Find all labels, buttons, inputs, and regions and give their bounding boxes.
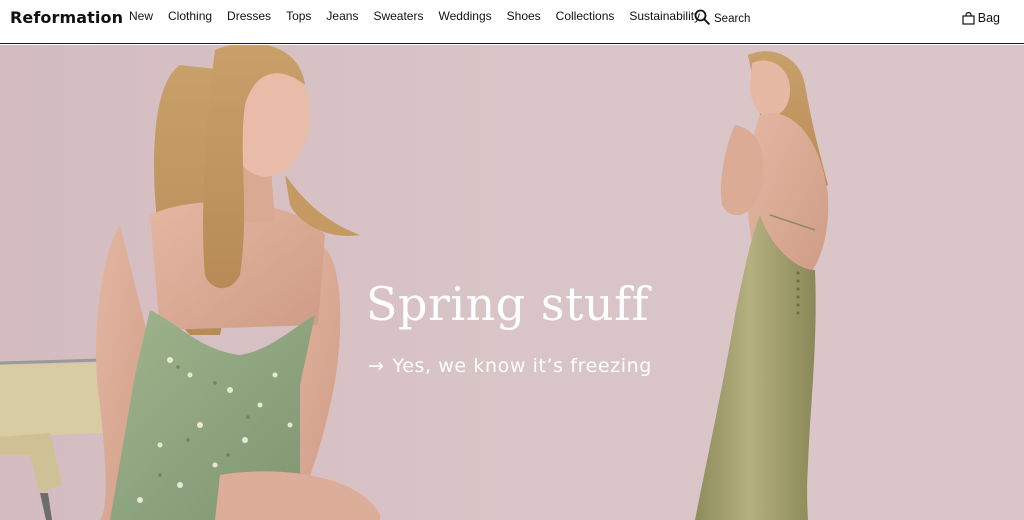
search-icon [694,9,710,25]
search-label: Search [714,13,751,25]
nav-item-weddings[interactable]: Weddings [438,9,491,23]
nav-item-collections[interactable]: Collections [556,9,615,23]
hero-banner[interactable]: Spring stuff → Yes, we know it’s freezin… [0,45,1024,520]
nav-item-clothing[interactable]: Clothing [168,9,212,23]
nav-item-tops[interactable]: Tops [286,9,311,23]
nav-item-new[interactable]: New [129,9,153,23]
nav-item-sweaters[interactable]: Sweaters [373,9,423,23]
hero-cta-link[interactable]: → Yes, we know it’s freezing [368,355,652,377]
nav-item-sustainability[interactable]: Sustainability [629,9,700,23]
bag-label: Bag [977,11,1000,25]
main-nav: New Clothing Dresses Tops Jeans Sweaters… [129,9,715,23]
bag-button[interactable]: Bag [962,11,1000,25]
nav-item-shoes[interactable]: Shoes [507,9,541,23]
search-button[interactable]: Search [694,9,750,25]
brand-logo[interactable]: Reformation [10,8,123,27]
hero-subline: Yes, we know it’s freezing [392,355,652,377]
site-header: Reformation New Clothing Dresses Tops Je… [0,0,1024,44]
nav-item-dresses[interactable]: Dresses [227,9,271,23]
arrow-right-icon: → [368,355,385,377]
bag-icon [962,11,975,25]
nav-item-jeans[interactable]: Jeans [326,9,358,23]
hero-headline[interactable]: Spring stuff [366,277,649,331]
